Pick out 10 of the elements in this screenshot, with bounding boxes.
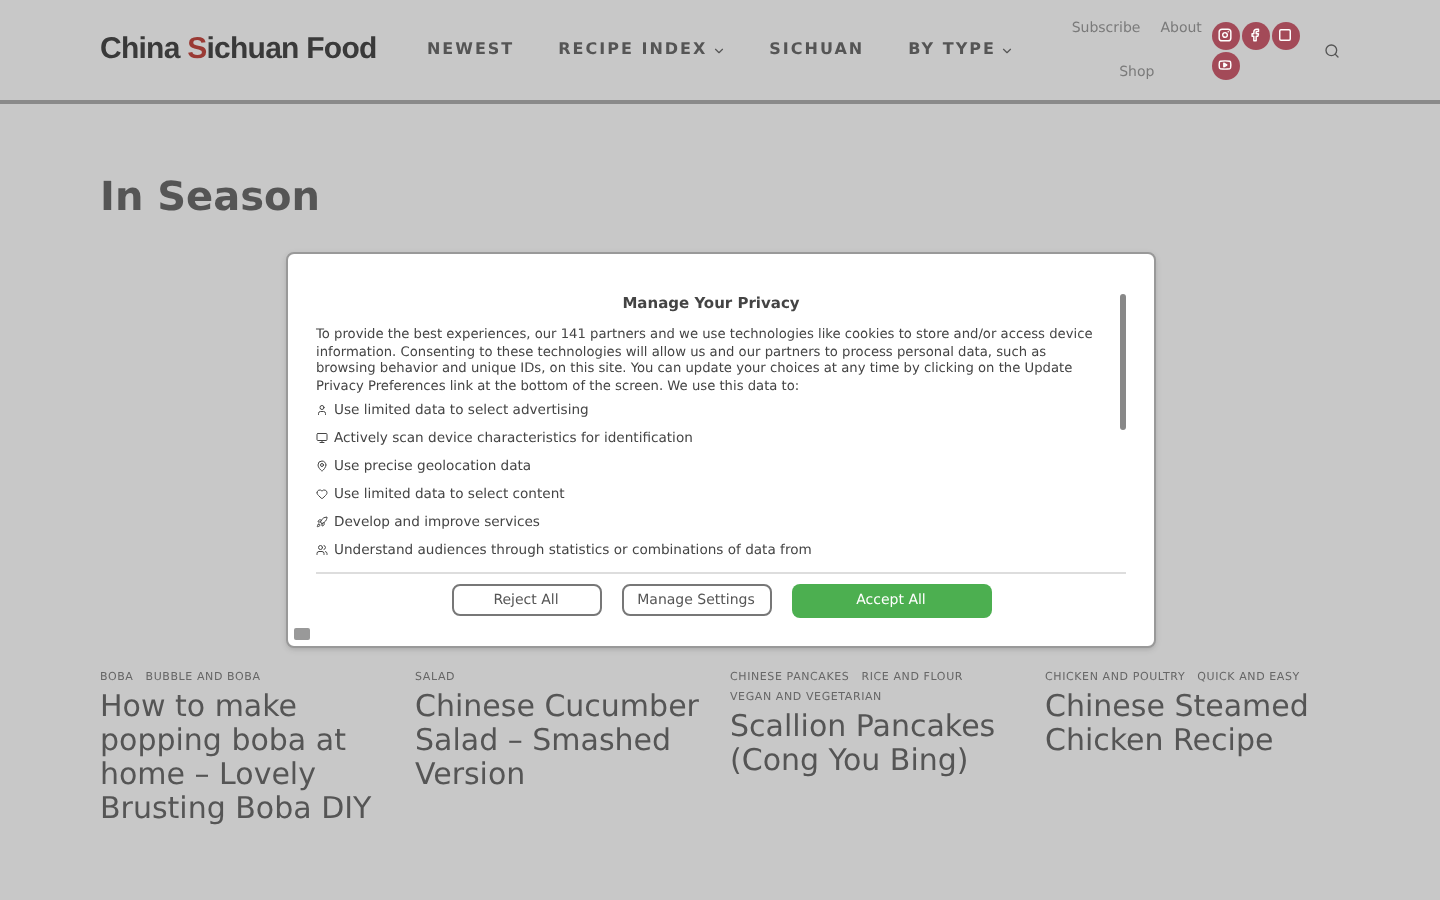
recipe-title[interactable]: How to make popping boba at home – Lovely Brusting Boba DIY <box>100 690 395 826</box>
nav-link[interactable]: BY TYPE <box>908 38 1014 62</box>
site-logo[interactable]: China Sichuan Food <box>100 27 411 73</box>
page-title: In Season <box>100 170 322 224</box>
recipe-title[interactable]: Chinese Steamed Chicken Recipe <box>1045 690 1340 758</box>
recipe-title[interactable]: Scallion Pancakes (Cong You Bing) <box>730 710 1025 778</box>
nav-link[interactable]: SICHUAN <box>769 38 865 62</box>
nav-link[interactable]: RECIPE INDEX <box>558 38 726 62</box>
nav-link[interactable]: NEWEST <box>426 38 515 62</box>
recipe-title[interactable]: Chinese Cucumber Salad – Smashed Version <box>415 690 710 792</box>
